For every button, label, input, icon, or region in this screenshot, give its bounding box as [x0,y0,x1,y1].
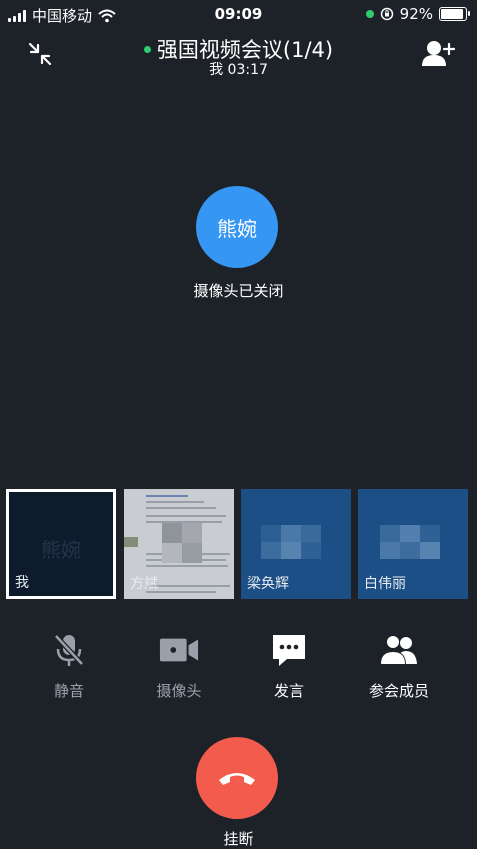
mute-label: 静音 [53,682,84,700]
speak-label: 发言 [273,682,304,700]
mic-off-icon [54,634,84,666]
add-person-icon[interactable] [421,38,455,70]
camera-off-notice: 摄像头已关闭 [193,282,284,300]
chat-bubble-icon [273,635,305,666]
participant-label: 梁奂辉 [247,576,289,592]
speaker-avatar: 熊婉 [196,186,278,268]
camera-label: 摄像头 [156,682,202,700]
participant-label: 方斌 [130,576,158,592]
participant-tile-baiweili[interactable]: 白伟丽 [358,489,468,599]
hangup-button[interactable] [196,737,278,819]
video-camera-icon [159,638,199,662]
camera-button[interactable]: 摄像头 [134,630,224,701]
status-bar: 中国移动 09:09 92% [0,0,477,28]
hangup-label: 挂断 [223,830,254,848]
live-dot-icon [143,45,151,53]
participant-watermark: 熊婉 [41,538,81,562]
phone-hangup-icon [219,773,255,785]
battery-fill [441,9,464,19]
participant-tile-lianghuanhui[interactable]: 梁奂辉 [241,489,351,599]
meeting-header: 强国视频会议(1/4) 我 03:17 [0,30,477,80]
battery-icon [439,7,470,21]
members-label: 参会成员 [368,682,429,700]
video-meeting-screen: 中国移动 09:09 92% 强国视频会议(1/4) 我 03:17 熊婉 摄像… [0,0,477,849]
recording-dot-icon [365,10,374,18]
members-icon [380,635,417,665]
orientation-lock-icon [380,7,393,21]
speaker-name: 熊婉 [217,216,257,241]
participant-strip: 熊婉 我 方斌 梁奂辉 白伟丽 [6,489,472,599]
participant-label: 白伟丽 [364,576,406,592]
participant-tile-me[interactable]: 熊婉 我 [6,489,116,599]
status-right: 92% [365,5,470,23]
meeting-duration: 我 03:17 [209,62,268,78]
participant-tile-fangbin[interactable]: 方斌 [124,489,234,599]
speak-button[interactable]: 发言 [244,630,334,701]
participant-label: 我 [15,575,29,591]
battery-percent: 92% [399,5,433,23]
blurred-face [261,525,321,559]
blurred-face [380,525,440,559]
call-controls: 静音 摄像头 发言 参会成员 [0,630,477,710]
members-button[interactable]: 参会成员 [354,630,444,701]
blurred-face [162,523,202,563]
mute-button[interactable]: 静音 [24,630,114,701]
